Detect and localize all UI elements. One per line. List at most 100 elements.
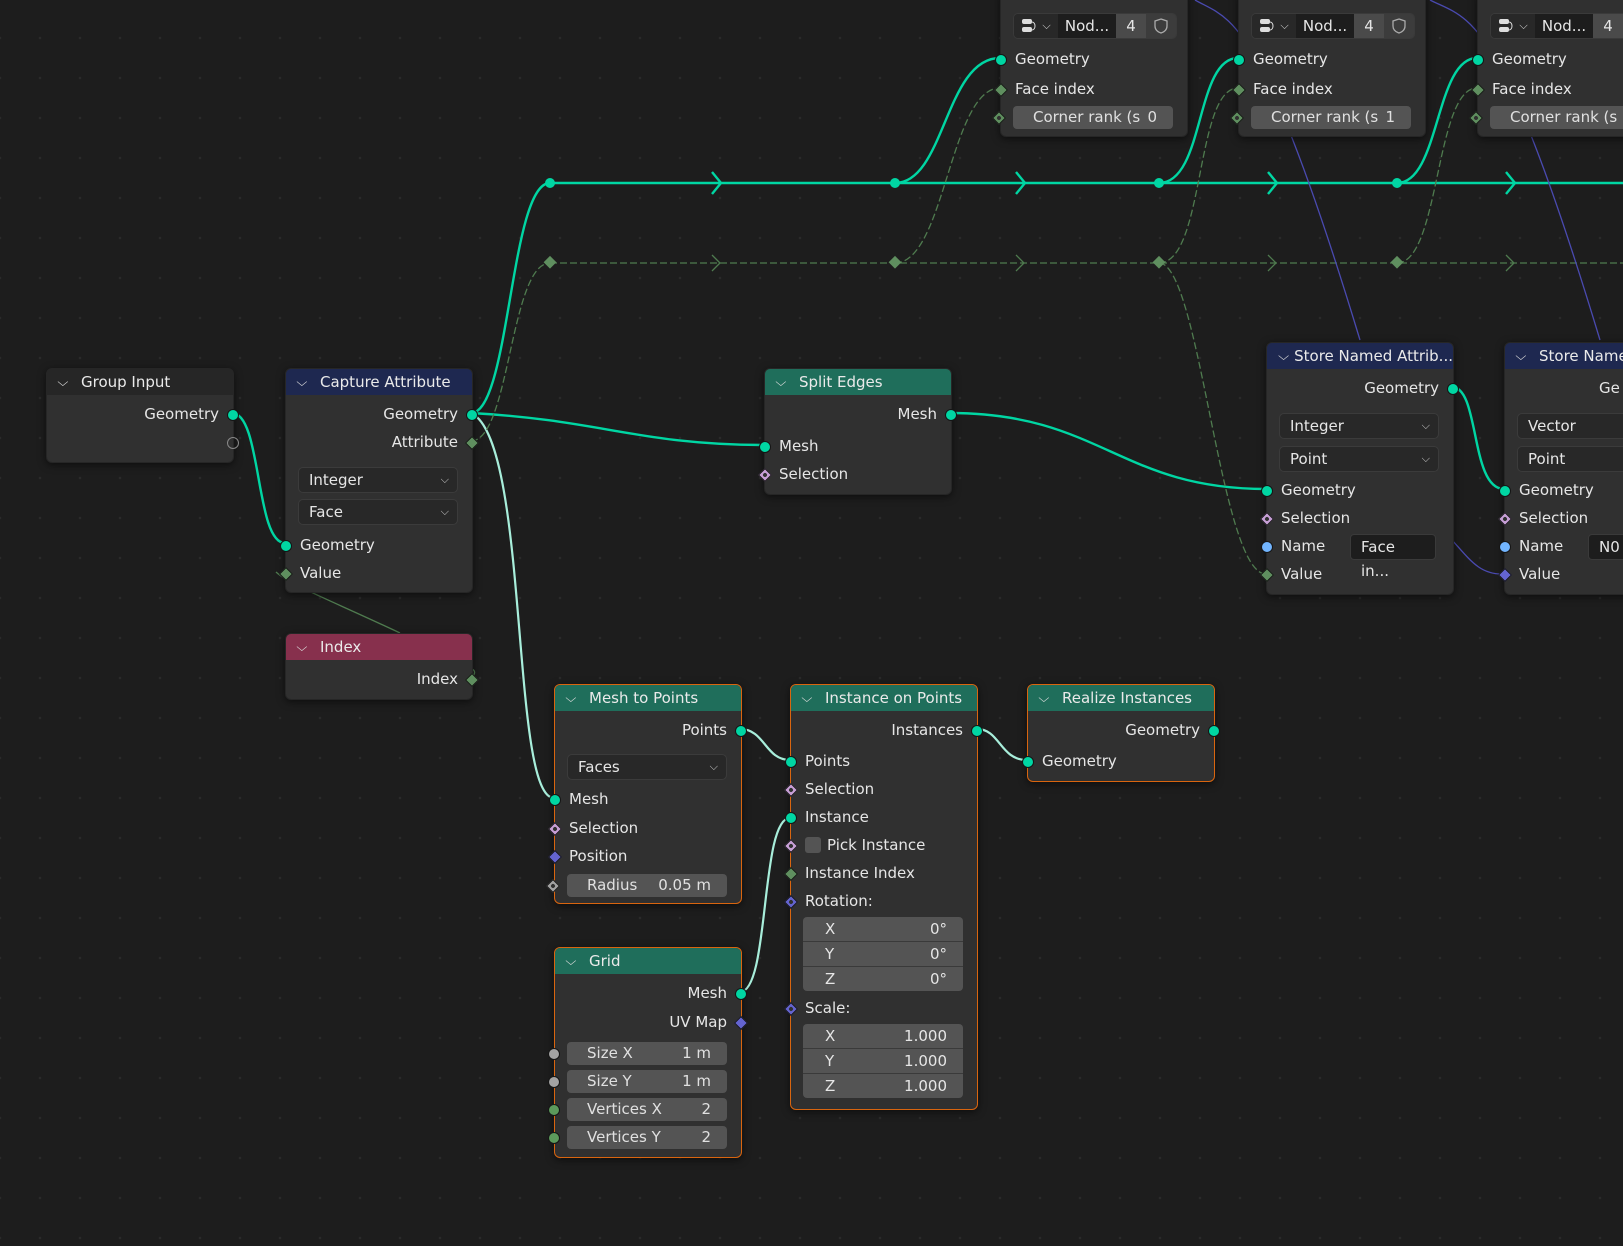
geometry-socket[interactable]	[1233, 54, 1245, 66]
vector-socket[interactable]	[733, 1015, 749, 1031]
node-header[interactable]: ⌵ Mesh to Points	[555, 685, 741, 711]
node-mesh-to-points[interactable]: ⌵ Mesh to Points Points Faces ⌵ Mesh Selec…	[545, 684, 747, 904]
string-socket[interactable]	[1499, 541, 1511, 553]
node-tree-icon[interactable]: ⌵	[1252, 14, 1296, 38]
node-capture-attribute[interactable]: ⌵ Capture Attribute Geometry Attribute In…	[278, 368, 480, 593]
scale-z-field[interactable]: Z 1.000	[803, 1074, 963, 1098]
data-type-dropdown[interactable]: Vector	[1517, 413, 1623, 439]
geometry-socket[interactable]	[785, 756, 797, 768]
size-y-field[interactable]: Size Y 1 m	[548, 1070, 727, 1093]
node-tree-selector[interactable]: ⌵ Nod... 4	[1251, 13, 1415, 39]
node-realize-instances[interactable]: ⌵ Realize Instances Geometry Geometry	[1022, 684, 1220, 782]
name-input[interactable]: N0	[1588, 534, 1623, 560]
geometry-socket[interactable]	[735, 988, 747, 1000]
corner-rank-field[interactable]: Corner rank (s 0	[991, 106, 1173, 129]
node-header[interactable]: ⌵ Split Edges	[765, 369, 951, 395]
vector-socket[interactable]	[783, 1001, 799, 1017]
geometry-socket[interactable]	[466, 409, 478, 421]
size-x-field[interactable]: Size X 1 m	[548, 1042, 727, 1065]
collapse-icon[interactable]: ⌵	[801, 685, 820, 711]
geometry-socket[interactable]	[280, 540, 292, 552]
geometry-socket[interactable]	[1447, 383, 1459, 395]
geometry-socket[interactable]	[971, 725, 983, 737]
radius-field[interactable]: Radius 0.05 m	[545, 874, 727, 897]
integer-socket[interactable]	[548, 1104, 560, 1116]
node-grid[interactable]: ⌵ Grid Mesh UV Map Size X 1 m Size Y 1 m Ve…	[548, 947, 749, 1158]
scale-x-field[interactable]: X 1.000	[803, 1024, 963, 1049]
geometry-socket[interactable]	[1472, 54, 1484, 66]
user-count[interactable]: 4	[1593, 14, 1623, 38]
domain-dropdown[interactable]: Point ⌵	[1279, 446, 1439, 472]
integer-socket[interactable]	[1259, 567, 1275, 583]
node-tree-selector[interactable]: ⌵ Nod... 4	[1013, 13, 1177, 39]
data-type-dropdown[interactable]: Integer ⌵	[1279, 413, 1439, 439]
node-tree-icon[interactable]: ⌵	[1014, 14, 1058, 38]
pick-instance-checkbox[interactable]	[805, 836, 821, 853]
collapse-icon[interactable]: ⌵	[565, 685, 584, 711]
domain-dropdown[interactable]: Face ⌵	[298, 499, 458, 525]
node-header[interactable]: ⌵ Instance on Points	[791, 685, 977, 711]
rotation-y-field[interactable]: Y 0°	[803, 942, 963, 967]
integer-socket[interactable]	[1231, 82, 1247, 98]
node-header[interactable]: ⌵ Group Input	[47, 369, 233, 395]
node-tree-selector[interactable]: ⌵ Nod... 4	[1490, 13, 1623, 39]
collapse-icon[interactable]: ⌵	[565, 948, 584, 974]
corner-rank-field[interactable]: Corner rank (s2	[1468, 106, 1623, 129]
node-header[interactable]: ⌵ Grid	[555, 948, 741, 974]
integer-socket[interactable]	[1229, 110, 1245, 126]
integer-socket[interactable]	[993, 82, 1009, 98]
integer-socket[interactable]	[548, 1132, 560, 1144]
node-store-named-attribute-2[interactable]: ⌵ Store Named Ge Vector Point Geometry Se…	[1497, 342, 1623, 595]
geometry-socket[interactable]	[1261, 485, 1273, 497]
node-header[interactable]: ⌵ Index	[286, 634, 472, 660]
vertices-x-field[interactable]: Vertices X 2	[548, 1098, 727, 1121]
boolean-socket[interactable]	[757, 467, 773, 483]
user-count[interactable]: 4	[1116, 14, 1146, 38]
empty-socket[interactable]	[227, 437, 239, 449]
geometry-socket[interactable]	[227, 409, 239, 421]
scale-y-field[interactable]: Y 1.000	[803, 1049, 963, 1074]
shield-icon[interactable]	[1384, 14, 1414, 38]
float-socket[interactable]	[545, 878, 561, 894]
geometry-socket[interactable]	[759, 441, 771, 453]
vector-socket[interactable]	[1497, 567, 1513, 583]
node-group-2[interactable]: ⌵ Nod... 4 Geometry Face index Corner ra…	[1468, 0, 1623, 137]
float-socket[interactable]	[548, 1048, 560, 1060]
scale-vector-field[interactable]: X 1.000 Y 1.000 Z 1.000	[803, 1024, 963, 1098]
geometry-socket[interactable]	[1022, 756, 1034, 768]
collapse-icon[interactable]: ⌵	[1038, 685, 1057, 711]
node-header[interactable]: ⌵ Capture Attribute	[286, 369, 472, 395]
collapse-icon[interactable]: ⌵	[1515, 343, 1534, 369]
user-count[interactable]: 4	[1354, 14, 1384, 38]
geometry-socket[interactable]	[1208, 725, 1220, 737]
collapse-icon[interactable]: ⌵	[296, 634, 315, 660]
node-header[interactable]: ⌵ Realize Instances	[1028, 685, 1214, 711]
integer-socket[interactable]	[1470, 82, 1486, 98]
geometry-socket[interactable]	[1499, 485, 1511, 497]
node-tree-name[interactable]: Nod...	[1058, 14, 1116, 38]
boolean-socket[interactable]	[1259, 511, 1275, 527]
node-instance-on-points[interactable]: ⌵ Instance on Points Instances Points Sel…	[783, 684, 983, 1110]
integer-socket[interactable]	[464, 672, 480, 688]
shield-icon[interactable]	[1146, 14, 1176, 38]
boolean-socket[interactable]	[1497, 511, 1513, 527]
mode-dropdown[interactable]: Faces ⌵	[567, 754, 727, 780]
rotation-vector-field[interactable]: X 0° Y 0° Z 0°	[803, 917, 963, 991]
integer-socket[interactable]	[464, 435, 480, 451]
node-tree-icon[interactable]: ⌵	[1491, 14, 1535, 38]
geometry-socket[interactable]	[995, 54, 1007, 66]
node-group-input[interactable]: ⌵ Group Input Geometry	[46, 368, 239, 463]
node-group-1[interactable]: ⌵ Nod... 4 Geometry Face index Corner ra…	[1229, 0, 1426, 137]
node-tree-name[interactable]: Nod...	[1535, 14, 1593, 38]
boolean-socket[interactable]	[783, 782, 799, 798]
node-group-0[interactable]: ⌵ Nod... 4 Geometry Face index Corner ra…	[991, 0, 1188, 137]
integer-socket[interactable]	[1468, 110, 1484, 126]
rotation-x-field[interactable]: X 0°	[803, 917, 963, 942]
collapse-icon[interactable]: ⌵	[775, 369, 794, 395]
node-index[interactable]: ⌵ Index Index	[285, 633, 480, 700]
corner-rank-field[interactable]: Corner rank (s 1	[1229, 106, 1411, 129]
collapse-icon[interactable]: ⌵	[296, 369, 315, 395]
collapse-icon[interactable]: ⌵	[57, 369, 76, 395]
integer-socket[interactable]	[278, 566, 294, 582]
collapse-icon[interactable]: ⌵	[1278, 343, 1289, 369]
